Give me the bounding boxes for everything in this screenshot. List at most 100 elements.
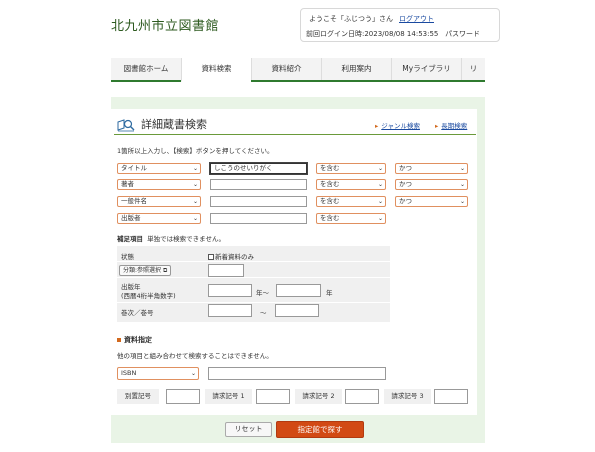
chevron-down-icon: ⌄ bbox=[377, 181, 383, 188]
chevron-down-icon: ⌄ bbox=[459, 181, 465, 188]
logic-select-2[interactable]: かつ ⌄ bbox=[395, 179, 468, 190]
search-input-2[interactable] bbox=[210, 179, 307, 190]
volume-label: 巻次／巻号 bbox=[121, 309, 154, 317]
password-link[interactable]: パスワード bbox=[445, 30, 480, 38]
conditions-heading-bold: 補足項目 bbox=[117, 235, 143, 243]
tab-library-home[interactable]: 図書館ホーム bbox=[111, 58, 181, 80]
match-select-4[interactable]: を含む ⌄ bbox=[316, 213, 386, 224]
new-only-label: 新着資料のみ bbox=[215, 253, 254, 261]
call-number-1-label: 請求記号 1 bbox=[205, 389, 252, 404]
classification-select-button[interactable]: 分類:参照選択 ⧉ bbox=[119, 265, 172, 276]
call-number-1-input[interactable] bbox=[256, 389, 290, 404]
chevron-down-icon: ⌄ bbox=[459, 165, 465, 172]
logic-select-1[interactable]: かつ ⌄ bbox=[395, 163, 468, 174]
conditions-heading: 補足項目 単独では検索できません。 bbox=[117, 233, 225, 243]
material-type-value: ISBN bbox=[121, 369, 137, 377]
popup-window-icon: ⧉ bbox=[162, 267, 168, 274]
search-input-3[interactable] bbox=[210, 196, 307, 207]
pub-year-from-input[interactable] bbox=[208, 284, 252, 297]
magnifier-book-icon bbox=[117, 119, 135, 132]
classification-input[interactable] bbox=[208, 264, 244, 277]
search-input-4[interactable] bbox=[210, 213, 307, 224]
match-select-2-value: を含む bbox=[320, 180, 340, 188]
material-type-select[interactable]: ISBN ⌄ bbox=[117, 367, 199, 380]
field-select-1-value: タイトル bbox=[121, 164, 147, 172]
reset-button[interactable]: リセット bbox=[225, 422, 272, 437]
chevron-down-icon: ⌄ bbox=[190, 370, 196, 377]
match-select-3[interactable]: を含む ⌄ bbox=[316, 196, 386, 207]
chevron-down-icon: ⌄ bbox=[192, 165, 198, 172]
status-label: 状態 bbox=[121, 253, 134, 261]
genre-search-label: ジャンル検索 bbox=[381, 122, 420, 130]
shelf-mark-label: 別置記号 bbox=[117, 389, 159, 404]
last-login-text: 前回ログイン日時:2023/08/08 14:53:55 bbox=[306, 30, 439, 38]
logic-select-3[interactable]: かつ ⌄ bbox=[395, 196, 468, 207]
material-heading-text: 資料指定 bbox=[124, 336, 152, 344]
arrow-right-icon: ▸ bbox=[375, 122, 379, 130]
field-select-2[interactable]: 著者 ⌄ bbox=[117, 179, 201, 190]
call-number-2-label: 請求記号 2 bbox=[295, 389, 342, 404]
logout-link[interactable]: ログアウト bbox=[399, 15, 434, 23]
match-select-2[interactable]: を含む ⌄ bbox=[316, 179, 386, 190]
welcome-text: ようこそ「ふじつう」さん bbox=[309, 15, 393, 23]
tab-my-library[interactable]: Myライブラリ bbox=[391, 58, 461, 80]
material-heading: 資料指定 bbox=[117, 335, 152, 345]
search-button[interactable]: 指定館で探す bbox=[276, 421, 364, 438]
site-title: 北九州市立図書館 bbox=[111, 19, 220, 34]
classification-button-label: 分類:参照選択 bbox=[123, 267, 162, 274]
search-input-1[interactable]: しこうのせいりがく bbox=[210, 163, 307, 174]
tab-usage-guide[interactable]: 利用案内 bbox=[321, 58, 391, 80]
chevron-down-icon: ⌄ bbox=[377, 198, 383, 205]
new-only-checkbox[interactable]: 新着資料のみ bbox=[208, 251, 254, 261]
call-number-3-input[interactable] bbox=[434, 389, 468, 404]
year-to-suffix: 年 bbox=[326, 289, 333, 297]
material-value-input[interactable] bbox=[208, 367, 386, 380]
tab-material-intro[interactable]: 資料紹介 bbox=[251, 58, 321, 80]
divider bbox=[117, 277, 390, 278]
main-nav-tabs: 図書館ホーム 資料検索 資料紹介 利用案内 Myライブラリ リ bbox=[111, 58, 485, 82]
tab-more[interactable]: リ bbox=[461, 58, 485, 80]
field-select-1[interactable]: タイトル ⌄ bbox=[117, 163, 201, 174]
field-select-3-value: 一般件名 bbox=[121, 197, 147, 205]
chevron-down-icon: ⌄ bbox=[192, 215, 198, 222]
chevron-down-icon: ⌄ bbox=[192, 181, 198, 188]
bullet-square-icon bbox=[117, 338, 121, 342]
match-select-1[interactable]: を含む ⌄ bbox=[316, 163, 386, 174]
match-select-3-value: を含む bbox=[320, 197, 340, 205]
chevron-down-icon: ⌄ bbox=[377, 165, 383, 172]
logic-select-3-value: かつ bbox=[399, 197, 412, 205]
pub-year-format-label: (西暦4桁半角数字) bbox=[121, 292, 176, 300]
field-select-3[interactable]: 一般件名 ⌄ bbox=[117, 196, 201, 207]
title-underline bbox=[114, 134, 476, 135]
page-title: 詳細蔵書検索 bbox=[141, 118, 207, 131]
genre-search-link[interactable]: ▸ ジャンル検索 bbox=[375, 120, 420, 130]
field-select-2-value: 著者 bbox=[121, 180, 134, 188]
chevron-down-icon: ⌄ bbox=[192, 198, 198, 205]
checkbox-icon[interactable] bbox=[208, 254, 214, 260]
material-note: 他の項目と組み合わせて検索することはできません。 bbox=[117, 352, 273, 360]
pub-year-to-input[interactable] bbox=[276, 284, 321, 297]
user-info-box: ようこそ「ふじつう」さん ログアウト 前回ログイン日時:2023/08/08 14… bbox=[300, 8, 500, 42]
divider bbox=[117, 302, 390, 303]
instruction-text: 1箇所以上入力し、【検索】ボタンを押してください。 bbox=[117, 147, 274, 155]
call-number-2-input[interactable] bbox=[345, 389, 379, 404]
volume-to-input[interactable] bbox=[275, 304, 319, 317]
call-number-3-label: 請求記号 3 bbox=[384, 389, 431, 404]
logic-select-2-value: かつ bbox=[399, 180, 412, 188]
tab-material-search[interactable]: 資料検索 bbox=[181, 58, 251, 82]
match-select-1-value: を含む bbox=[320, 164, 340, 172]
match-select-4-value: を含む bbox=[320, 214, 340, 222]
shelf-mark-input[interactable] bbox=[166, 389, 200, 404]
chevron-down-icon: ⌄ bbox=[459, 198, 465, 205]
conditions-heading-note: 単独では検索できません。 bbox=[147, 235, 225, 243]
longterm-search-label: 長期検索 bbox=[441, 122, 468, 130]
longterm-search-link[interactable]: ▸ 長期検索 bbox=[435, 120, 467, 130]
field-select-4[interactable]: 出版者 ⌄ bbox=[117, 213, 201, 224]
chevron-down-icon: ⌄ bbox=[377, 215, 383, 222]
volume-from-input[interactable] bbox=[208, 304, 252, 317]
logic-select-1-value: かつ bbox=[399, 164, 412, 172]
arrow-right-icon: ▸ bbox=[435, 122, 439, 130]
divider bbox=[117, 261, 390, 262]
year-from-suffix: 年～ bbox=[256, 289, 269, 297]
field-select-4-value: 出版者 bbox=[121, 214, 141, 222]
